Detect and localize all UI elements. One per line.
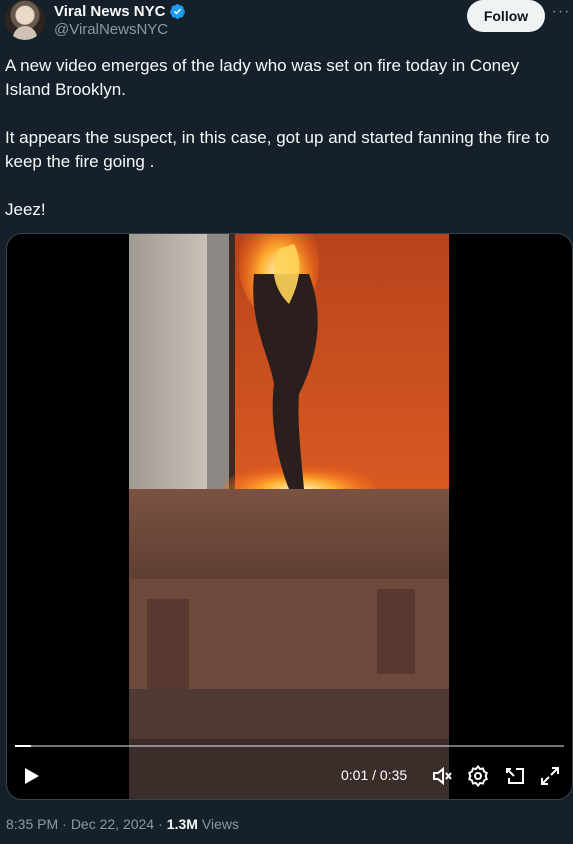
picture-in-picture-icon[interactable] — [503, 764, 527, 788]
author-avatar[interactable] — [5, 0, 45, 40]
video-progress-bar[interactable] — [15, 745, 564, 747]
video-frame[interactable] — [129, 234, 449, 799]
play-icon[interactable] — [19, 764, 43, 788]
video-progress-fill — [15, 745, 31, 747]
fullscreen-icon[interactable] — [538, 764, 562, 788]
volume-muted-icon[interactable] — [430, 764, 454, 788]
meta-separator: · — [158, 816, 163, 832]
tweet-date[interactable]: Dec 22, 2024 — [71, 816, 154, 832]
views-label: Views — [201, 816, 239, 832]
author-handle[interactable]: @ViralNewsNYC — [54, 21, 168, 38]
tweet-meta: 8:35 PM · Dec 22, 2024 · 1.3M Views — [6, 816, 239, 832]
tweet-text: A new video emerges of the lady who was … — [5, 56, 550, 219]
video-player[interactable]: 0:01 / 0:35 — [6, 233, 573, 800]
settings-gear-icon[interactable] — [466, 764, 490, 788]
author-name-row: Viral News NYC — [54, 1, 186, 21]
more-options-icon[interactable]: ··· — [550, 2, 572, 26]
author-display-name[interactable]: Viral News NYC — [54, 3, 165, 20]
video-controls: 0:01 / 0:35 — [7, 758, 572, 794]
views-count: 1.3M — [166, 816, 198, 832]
meta-separator: · — [62, 816, 67, 832]
tweet-header: Viral News NYC @ViralNewsNYC Follow ··· — [0, 0, 573, 48]
video-time-display: 0:01 / 0:35 — [341, 767, 408, 783]
video-still-image — [129, 234, 449, 799]
verified-badge-icon[interactable] — [169, 3, 186, 20]
follow-button[interactable]: Follow — [467, 0, 545, 32]
tweet-time[interactable]: 8:35 PM — [6, 816, 58, 832]
